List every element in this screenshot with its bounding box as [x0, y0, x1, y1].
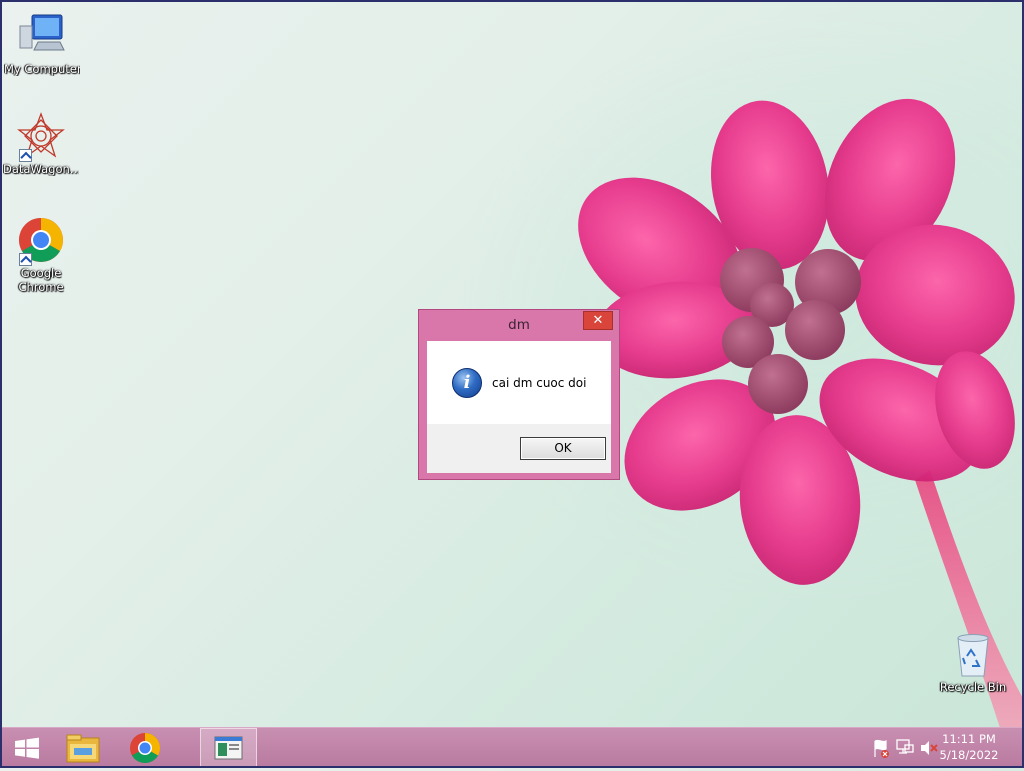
- start-button[interactable]: [8, 728, 46, 768]
- desktop-icon-label: My Computer: [4, 62, 80, 76]
- tray-action-center[interactable]: [870, 728, 892, 768]
- clock-date: 5/18/2022: [939, 748, 999, 762]
- my-computer-icon: [18, 12, 66, 60]
- desktop-icon-my-computer[interactable]: My Computer: [4, 12, 80, 76]
- info-icon: i: [452, 368, 482, 398]
- action-center-flag-icon: [874, 739, 889, 758]
- desktop-icon-label: DataWagon...: [3, 162, 79, 176]
- taskbar: 11:11 PM 5/18/2022: [0, 727, 1024, 768]
- desktop-icon-datawagon[interactable]: DataWagon...: [3, 112, 79, 176]
- network-icon: [896, 739, 914, 754]
- message-dialog: dm ✕ i cai dm cuoc doi OK: [418, 309, 620, 480]
- close-button[interactable]: ✕: [583, 311, 613, 330]
- dialog-footer: OK: [427, 424, 611, 473]
- ok-button[interactable]: OK: [520, 437, 606, 460]
- shortcut-arrow-icon: [19, 253, 32, 266]
- chrome-icon: [17, 216, 65, 266]
- desktop-icon-recycle-bin[interactable]: Recycle Bin: [935, 630, 1011, 694]
- clock-time: 11:11 PM: [942, 732, 996, 746]
- chrome-icon: [130, 733, 161, 764]
- shortcut-arrow-icon: [19, 149, 32, 162]
- file-explorer-icon: [66, 734, 100, 763]
- taskbar-clock[interactable]: 11:11 PM 5/18/2022: [934, 731, 1004, 763]
- active-app-icon: [214, 736, 243, 760]
- tray-network[interactable]: [894, 728, 916, 768]
- taskbar-file-explorer[interactable]: [62, 728, 104, 768]
- desktop-icon-google-chrome[interactable]: Google Chrome: [3, 216, 79, 294]
- desktop-icon-label: Recycle Bin: [939, 680, 1007, 694]
- taskbar-active-app[interactable]: [200, 728, 257, 768]
- dialog-message-area: i cai dm cuoc doi: [427, 341, 611, 424]
- desktop-icon-label: Google Chrome: [18, 266, 64, 294]
- start-icon: [15, 737, 39, 759]
- dialog-body: i cai dm cuoc doi OK: [427, 341, 611, 473]
- datawagon-icon: [17, 112, 65, 162]
- dialog-message: cai dm cuoc doi: [492, 376, 587, 390]
- taskbar-chrome[interactable]: [124, 728, 166, 768]
- recycle-bin-icon: [949, 630, 997, 678]
